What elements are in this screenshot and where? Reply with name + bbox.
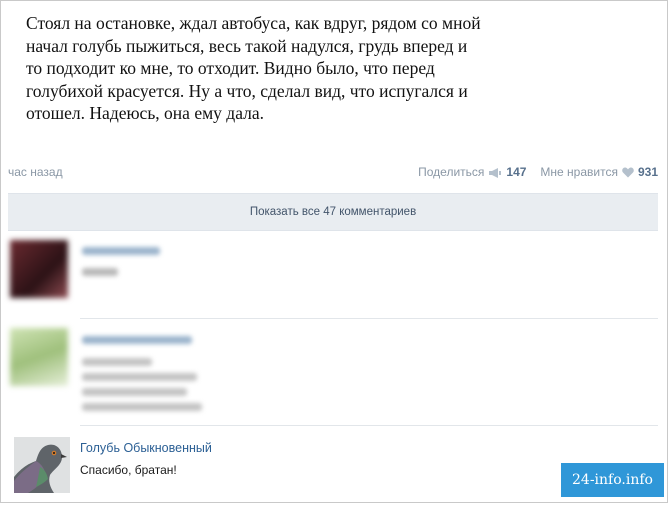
comment-text: Спасибо, братан!	[80, 463, 177, 477]
divider	[80, 425, 658, 426]
comment-text-blurred	[82, 358, 152, 366]
comment-text-blurred	[82, 268, 118, 276]
divider	[80, 318, 658, 319]
comment-text-blurred	[82, 373, 197, 381]
post-actions: Поделиться 147 Мне нравится 931	[418, 165, 658, 179]
share-count: 147	[506, 165, 527, 179]
watermark: 24-info.info	[561, 463, 664, 497]
heart-icon[interactable]	[622, 167, 634, 178]
commenter-name-blurred	[82, 336, 192, 344]
megaphone-icon[interactable]	[488, 167, 502, 178]
avatar[interactable]	[10, 328, 68, 386]
post-text: Стоял на остановке, ждал автобуса, как в…	[26, 13, 481, 124]
commenter-name[interactable]: Голубь Обыкновенный	[80, 441, 212, 455]
avatar[interactable]	[14, 437, 70, 493]
avatar[interactable]	[10, 240, 68, 298]
share-label[interactable]: Поделиться	[418, 165, 484, 179]
like-count: 931	[637, 165, 658, 179]
post-time[interactable]: час назад	[8, 165, 63, 179]
comment-text-blurred	[82, 388, 187, 396]
comment-text-blurred	[82, 403, 202, 411]
pigeon-icon	[14, 437, 70, 493]
like-label[interactable]: Мне нравится	[540, 165, 618, 179]
commenter-name-blurred	[82, 247, 160, 255]
show-all-comments-button[interactable]: Показать все 47 комментариев	[8, 193, 658, 231]
post-meta: час назад Поделиться 147 Мне нравится 93…	[8, 163, 658, 181]
